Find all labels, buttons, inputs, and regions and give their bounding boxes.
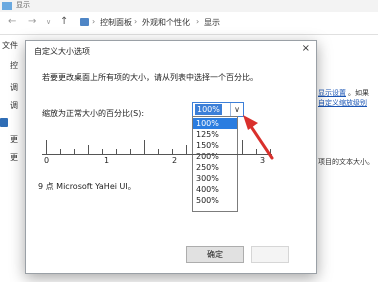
annotation-arrow-icon xyxy=(243,115,274,160)
